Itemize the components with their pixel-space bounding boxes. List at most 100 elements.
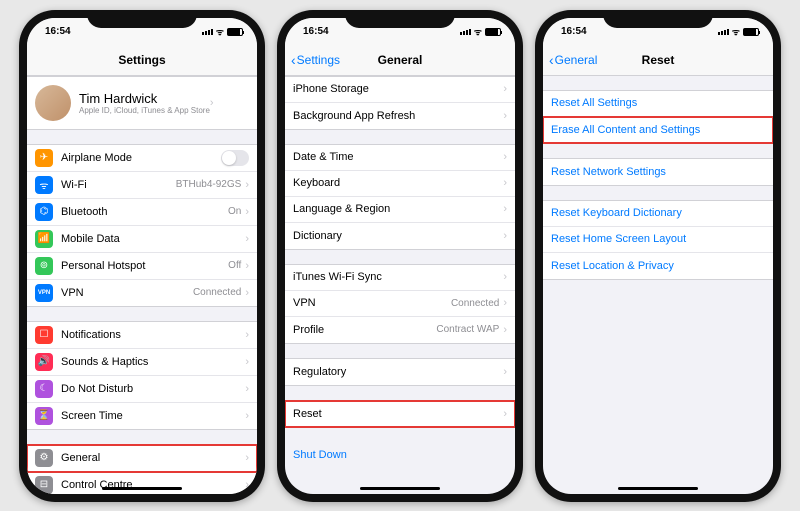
- row-erase-all-content-and-settings[interactable]: Erase All Content and Settings: [543, 117, 773, 143]
- row-value: Connected: [451, 298, 499, 309]
- chevron-right-icon: ›: [210, 97, 214, 109]
- row-label: Reset Location & Privacy: [551, 260, 765, 272]
- row-wi-fi[interactable]: ᯤWi-FiBTHub4-92GS›: [27, 172, 257, 199]
- row-personal-hotspot[interactable]: ⊚Personal HotspotOff›: [27, 253, 257, 280]
- row-label: Keyboard: [293, 177, 503, 189]
- row-value: BTHub4-92GS: [176, 179, 242, 190]
- page-title: Reset: [642, 53, 675, 67]
- chevron-right-icon: ›: [245, 206, 249, 218]
- row-language-region[interactable]: Language & Region›: [285, 197, 515, 223]
- page-title: Settings: [118, 53, 165, 67]
- row-label: VPN: [293, 297, 451, 309]
- chevron-right-icon: ›: [245, 383, 249, 395]
- row-screen-time[interactable]: ⏳ Screen Time›: [27, 403, 257, 429]
- content[interactable]: Tim Hardwick Apple ID, iCloud, iTunes & …: [27, 76, 257, 494]
- row-regulatory[interactable]: Regulatory›: [285, 359, 515, 385]
- hotspot-icon: ⊚: [35, 257, 53, 275]
- row-label: iTunes Wi-Fi Sync: [293, 271, 503, 283]
- back-label: General: [555, 53, 598, 67]
- content[interactable]: Reset All Settings Erase All Content and …: [543, 76, 773, 494]
- mobiledata-icon: 📶: [35, 230, 53, 248]
- battery-icon: [227, 28, 243, 36]
- row-itunes-wi-fi-sync[interactable]: iTunes Wi-Fi Sync›: [285, 265, 515, 291]
- row-date-time[interactable]: Date & Time›: [285, 145, 515, 171]
- bluetooth-icon: ⌬: [35, 203, 53, 221]
- navbar: ‹ General Reset: [543, 46, 773, 76]
- profile-name: Tim Hardwick: [79, 91, 210, 106]
- back-button[interactable]: ‹ General: [549, 52, 597, 68]
- row-label: Language & Region: [293, 203, 503, 215]
- row-reset-home-screen-layout[interactable]: Reset Home Screen Layout: [543, 227, 773, 253]
- airplane-icon: ✈: [35, 149, 53, 167]
- row-reset-keyboard-dictionary[interactable]: Reset Keyboard Dictionary: [543, 201, 773, 227]
- row-label: Reset Network Settings: [551, 166, 765, 178]
- row-iphone-storage[interactable]: iPhone Storage›: [285, 77, 515, 103]
- notifications-icon: ☐: [35, 326, 53, 344]
- navbar: Settings: [27, 46, 257, 76]
- row-label: Erase All Content and Settings: [551, 124, 765, 136]
- row-general[interactable]: ⚙General›: [27, 445, 257, 472]
- row-label: Personal Hotspot: [61, 260, 228, 272]
- home-indicator[interactable]: [360, 487, 440, 490]
- row-keyboard[interactable]: Keyboard›: [285, 171, 515, 197]
- chevron-right-icon: ›: [503, 230, 507, 242]
- row-airplane-mode[interactable]: ✈ Airplane Mode: [27, 145, 257, 172]
- row-label: Wi-Fi: [61, 179, 176, 191]
- row-reset-network-settings[interactable]: Reset Network Settings: [543, 159, 773, 185]
- home-indicator[interactable]: [618, 487, 698, 490]
- row-label: Airplane Mode: [61, 152, 221, 164]
- wifi-status-icon: ᯤ: [732, 25, 740, 38]
- row-sounds-haptics[interactable]: 🔊Sounds & Haptics›: [27, 349, 257, 376]
- profile-row[interactable]: Tim Hardwick Apple ID, iCloud, iTunes & …: [27, 77, 257, 129]
- phone-reset: 16:54 ᯤ ‹ General Reset Reset All Settin…: [535, 10, 781, 502]
- chevron-right-icon: ›: [503, 151, 507, 163]
- battery-icon: [485, 28, 501, 36]
- toggle[interactable]: [221, 150, 249, 166]
- home-indicator[interactable]: [102, 487, 182, 490]
- row-label: Regulatory: [293, 366, 503, 378]
- row-mobile-data[interactable]: 📶 Mobile Data›: [27, 226, 257, 253]
- chevron-left-icon: ‹: [291, 52, 296, 68]
- content[interactable]: iPhone Storage›Background App Refresh› D…: [285, 76, 515, 494]
- chevron-right-icon: ›: [245, 410, 249, 422]
- row-vpn[interactable]: VPNVPNConnected›: [27, 280, 257, 306]
- row-value: On: [228, 206, 241, 217]
- row-dictionary[interactable]: Dictionary›: [285, 223, 515, 249]
- chevron-right-icon: ›: [245, 329, 249, 341]
- chevron-right-icon: ›: [503, 366, 507, 378]
- chevron-right-icon: ›: [245, 179, 249, 191]
- status-time: 16:54: [45, 26, 71, 37]
- row-vpn[interactable]: VPNConnected›: [285, 291, 515, 317]
- row-do-not-disturb[interactable]: ☾Do Not Disturb›: [27, 376, 257, 403]
- status-time: 16:54: [561, 26, 587, 37]
- row-profile[interactable]: ProfileContract WAP›: [285, 317, 515, 343]
- row-reset-location-privacy[interactable]: Reset Location & Privacy: [543, 253, 773, 279]
- chevron-right-icon: ›: [503, 271, 507, 283]
- row-shut-down[interactable]: Shut Down: [285, 442, 515, 468]
- row-label: Profile: [293, 324, 436, 336]
- general-icon: ⚙: [35, 449, 53, 467]
- chevron-right-icon: ›: [245, 233, 249, 245]
- screentime-icon: ⏳: [35, 407, 53, 425]
- navbar: ‹ Settings General: [285, 46, 515, 76]
- row-notifications[interactable]: ☐Notifications›: [27, 322, 257, 349]
- row-value: Contract WAP: [436, 324, 499, 335]
- row-label: Mobile Data: [61, 233, 245, 245]
- battery-icon: [743, 28, 759, 36]
- row-reset[interactable]: Reset›: [285, 401, 515, 427]
- chevron-right-icon: ›: [245, 356, 249, 368]
- row-bluetooth[interactable]: ⌬ BluetoothOn ›: [27, 199, 257, 226]
- row-reset-all-settings[interactable]: Reset All Settings: [543, 91, 773, 117]
- dnd-icon: ☾: [35, 380, 53, 398]
- status-time: 16:54: [303, 26, 329, 37]
- row-label: Screen Time: [61, 410, 245, 422]
- chevron-right-icon: ›: [503, 203, 507, 215]
- signal-icon: [718, 29, 729, 35]
- row-control-centre[interactable]: ⊟Control Centre›: [27, 472, 257, 494]
- row-label: Reset: [293, 408, 503, 420]
- notch: [87, 10, 197, 28]
- chevron-right-icon: ›: [245, 452, 249, 464]
- back-button[interactable]: ‹ Settings: [291, 52, 340, 68]
- row-label: Bluetooth: [61, 206, 228, 218]
- row-background-app-refresh[interactable]: Background App Refresh›: [285, 103, 515, 129]
